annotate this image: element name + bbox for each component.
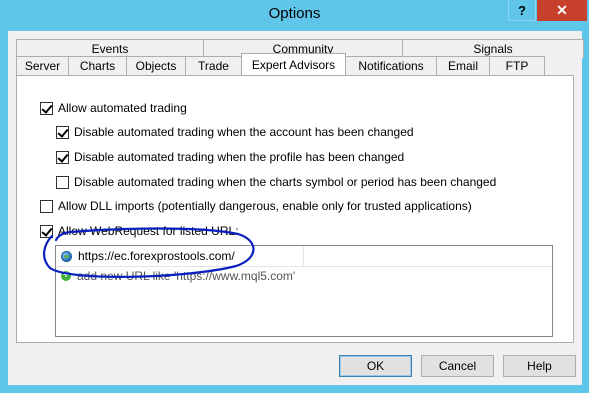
disable-on-profile-change-option[interactable]: Disable automated trading when the profi… <box>56 150 404 164</box>
title-help-button[interactable]: ? <box>508 0 536 21</box>
url-cell[interactable]: https://ec.forexprostools.com/ <box>56 245 304 267</box>
tab-expert-advisors[interactable]: Expert Advisors <box>241 53 346 75</box>
tab-server[interactable]: Server <box>16 56 69 75</box>
options-window: Options ? ✕ Events Community Signals Ser… <box>0 0 589 393</box>
tab-objects[interactable]: Objects <box>126 56 186 75</box>
help-button[interactable]: Help <box>503 355 576 377</box>
add-url-row[interactable]: + add new URL like 'https://www.mql5.com… <box>56 267 295 285</box>
tab-notifications[interactable]: Notifications <box>345 56 437 75</box>
window-title: Options <box>268 5 321 22</box>
disable-on-symbol-change-label: Disable automated trading when the chart… <box>74 175 497 189</box>
tab-row-bottom: Server Charts Objects Trade Expert Advis… <box>16 53 545 75</box>
allow-webrequest-checkbox[interactable] <box>40 224 53 238</box>
close-button[interactable]: ✕ <box>537 0 587 21</box>
tab-trade[interactable]: Trade <box>185 56 242 75</box>
disable-on-profile-change-checkbox[interactable] <box>56 150 69 164</box>
disable-on-profile-change-label: Disable automated trading when the profi… <box>74 150 405 164</box>
globe-icon <box>61 250 72 262</box>
ok-button[interactable]: OK <box>339 355 412 377</box>
plus-icon: + <box>61 271 71 281</box>
disable-on-symbol-change-checkbox[interactable] <box>56 175 69 189</box>
allow-webrequest-label: Allow WebRequest for listed URL: <box>58 224 239 238</box>
add-url-placeholder[interactable]: add new URL like 'https://www.mql5.com' <box>77 269 295 283</box>
tab-email[interactable]: Email <box>436 56 490 75</box>
url-text[interactable]: https://ec.forexprostools.com/ <box>78 249 235 263</box>
dialog-body: Events Community Signals Server Charts O… <box>8 31 584 385</box>
allow-dll-imports-label: Allow DLL imports (potentially dangerous… <box>58 199 472 213</box>
cancel-button[interactable]: Cancel <box>421 355 494 377</box>
disable-on-account-change-checkbox[interactable] <box>56 125 69 139</box>
allow-auto-trading-label: Allow automated trading <box>58 101 187 115</box>
tab-charts[interactable]: Charts <box>68 56 127 75</box>
allow-dll-imports-option[interactable]: Allow DLL imports (potentially dangerous… <box>40 199 472 213</box>
disable-on-account-change-option[interactable]: Disable automated trading when the accou… <box>56 125 414 139</box>
allow-auto-trading-checkbox[interactable] <box>40 101 53 115</box>
allow-dll-imports-checkbox[interactable] <box>40 199 53 213</box>
allow-auto-trading-option[interactable]: Allow automated trading <box>40 101 187 115</box>
url-list-item[interactable]: https://ec.forexprostools.com/ <box>56 245 552 267</box>
title-bar[interactable]: Options ? ✕ <box>0 0 589 30</box>
allow-webrequest-option[interactable]: Allow WebRequest for listed URL: <box>40 224 239 238</box>
disable-on-symbol-change-option[interactable]: Disable automated trading when the chart… <box>56 175 496 189</box>
disable-on-account-change-label: Disable automated trading when the accou… <box>74 125 414 139</box>
tab-ftp[interactable]: FTP <box>489 56 545 75</box>
url-list[interactable]: https://ec.forexprostools.com/ + add new… <box>55 245 553 337</box>
